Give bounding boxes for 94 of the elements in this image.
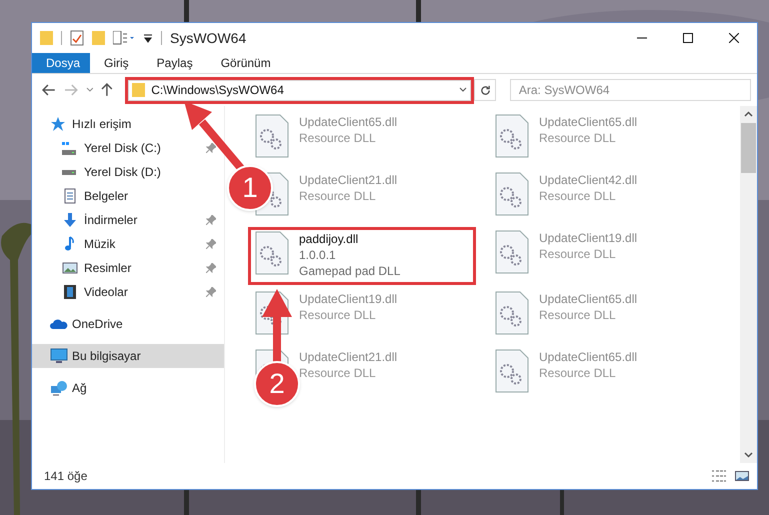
chevron-down-icon[interactable] [86,87,94,93]
address-path: C:\Windows\SysWOW64 [151,82,285,99]
dropdown-icon[interactable] [143,33,153,43]
file-name: UpdateClient21.dll [299,349,398,365]
scrollbar[interactable] [740,106,757,463]
thumbnail-view-icon[interactable] [735,470,749,482]
file-gear-icon [495,172,529,216]
file-detail: Resource DLL [539,246,617,262]
chevron-up-icon[interactable] [744,111,753,117]
pin-icon[interactable] [206,143,216,153]
sidebar-item[interactable]: Yerel Disk (C:) [32,136,224,160]
checklist-icon[interactable] [70,30,84,46]
network-icon [50,380,68,396]
file-name: UpdateClient65.dll [539,291,638,307]
sidebar-item[interactable]: Ağ [32,376,224,400]
file-name: UpdateClient42.dll [539,172,638,188]
step-number-badge: 1 [227,165,273,211]
close-icon [729,33,739,43]
sidebar-label: OneDrive [72,316,124,333]
sidebar-item[interactable]: Yerel Disk (D:) [32,160,224,184]
download-icon [62,212,78,228]
cloud-icon [50,317,68,331]
status-text: 141 öğe [44,468,88,485]
properties-icon[interactable] [113,31,135,45]
sidebar-item[interactable]: Resimler [32,256,224,280]
ribbon-tab[interactable]: Dosya [32,53,90,73]
sidebar-label: Videolar [84,284,129,301]
back-arrow-icon[interactable] [42,84,56,96]
ribbon-tab[interactable]: Giriş [90,53,143,73]
pin-icon[interactable] [206,239,216,249]
file-detail: Resource DLL [539,130,617,146]
sidebar-label: Ağ [72,380,88,397]
sidebar-item[interactable]: Videolar [32,280,224,304]
file-name: UpdateClient19.dll [299,291,398,307]
window-title: SysWOW64 [170,28,246,48]
file-name: UpdateClient65.dll [539,114,638,130]
pin-icon[interactable] [206,287,216,297]
sidebar-label: Müzik [84,236,116,253]
sidebar-item[interactable]: OneDrive [32,312,224,336]
ribbon-tab[interactable]: Paylaş [142,53,207,73]
sidebar-label: Yerel Disk (C:) [84,140,162,157]
image-icon [62,260,78,276]
details-view-icon[interactable] [711,470,727,482]
sidebar-item[interactable]: Bu bilgisayar [32,344,224,368]
chevron-down-icon[interactable] [744,452,753,458]
sidebar-label: Resimler [84,260,132,277]
file-gear-icon [495,230,529,274]
film-icon [62,284,78,300]
file-detail: Resource DLL [299,307,377,323]
file-name: UpdateClient65.dll [539,349,638,365]
chevron-down-icon[interactable] [459,87,468,93]
file-name: UpdateClient19.dll [539,230,638,246]
ribbon-tab[interactable]: Görünüm [206,53,285,73]
file-detail: 1.0.0.1 [299,247,337,263]
folder-icon [132,82,146,98]
file-gear-icon [255,114,289,158]
star-icon [50,116,66,132]
file-detail: Resource DLL [539,188,617,204]
document-icon [62,188,78,204]
sidebar-item[interactable]: İndirmeler [32,208,224,232]
file-gear-icon [495,349,529,393]
refresh-button[interactable] [474,79,496,101]
sidebar-label: Bu bilgisayar [72,348,142,365]
sidebar-label: Hızlı erişim [72,116,132,133]
drive-icon [62,142,76,154]
file-detail: Resource DLL [539,365,617,381]
file-name: paddijoy.dll [299,231,360,247]
drive-icon [62,170,76,174]
scrollbar-thumb[interactable] [741,123,756,173]
sidebar-label: Yerel Disk (D:) [84,164,162,181]
search-field[interactable]: Ara: SysWOW64 [510,79,751,101]
refresh-icon [480,84,491,96]
maximize-icon [683,33,693,43]
file-gear-icon [255,231,289,275]
sidebar-item[interactable]: Belgeler [32,184,224,208]
up-arrow-icon[interactable] [101,83,114,97]
file-name: UpdateClient65.dll [299,114,398,130]
step-number-badge: 2 [254,361,300,407]
address-field[interactable]: C:\Windows\SysWOW64 [128,80,472,100]
sidebar-item[interactable]: Müzik [32,232,224,256]
file-detail: Resource DLL [539,307,617,323]
file-gear-icon [495,114,529,158]
file-detail: Gamepad pad DLL [299,263,400,279]
file-detail: Resource DLL [299,365,377,381]
file-detail: Resource DLL [299,130,377,146]
sidebar-item[interactable]: Hızlı erişim [32,112,224,136]
pin-icon[interactable] [206,263,216,273]
sidebar-label: Belgeler [84,188,130,205]
file-gear-icon [495,291,529,335]
pin-icon[interactable] [206,215,216,225]
sidebar-label: İndirmeler [84,212,138,229]
file-detail: Resource DLL [299,188,377,204]
monitor-icon [50,348,68,364]
file-name: UpdateClient21.dll [299,172,398,188]
